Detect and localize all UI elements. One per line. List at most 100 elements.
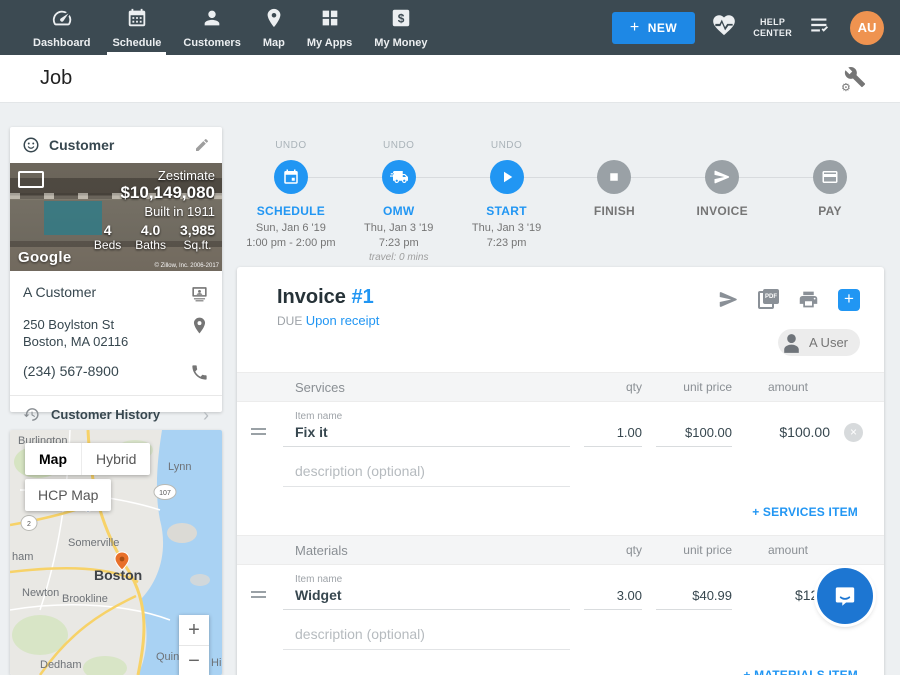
omw-step-icon[interactable] xyxy=(382,160,416,194)
pdf-icon[interactable]: PDF xyxy=(758,289,779,310)
beds-value: 4 xyxy=(94,222,121,238)
undo-link[interactable]: UNDO xyxy=(383,140,414,153)
line-item-row xyxy=(237,622,884,650)
step-omw[interactable]: UNDO OMW Thu, Jan 3 '19 7:23 pm travel: … xyxy=(345,140,453,264)
step-date: Thu, Jan 3 '19 7:23 pm xyxy=(472,221,541,251)
finish-step-icon[interactable] xyxy=(597,160,631,194)
schedule-step-icon[interactable] xyxy=(274,160,308,194)
built-year: Built in 1911 xyxy=(94,203,215,220)
line-item-row: $122. xyxy=(237,585,884,610)
health-heart-icon[interactable] xyxy=(711,12,737,43)
property-photo[interactable]: Zestimate $10,149,080 Built in 1911 4Bed… xyxy=(10,163,222,271)
customer-history-link[interactable]: Customer History › xyxy=(10,395,222,433)
step-date: Thu, Jan 3 '19 7:23 pm travel: 0 mins xyxy=(364,221,433,264)
checklist-icon[interactable] xyxy=(808,12,834,43)
line-amount: $100.00 xyxy=(746,424,830,447)
step-label: FINISH xyxy=(594,204,635,218)
start-step-icon[interactable] xyxy=(490,160,524,194)
map-pin-icon xyxy=(263,7,285,34)
chat-launcher-button[interactable] xyxy=(817,568,873,624)
travel-time: travel: 0 mins xyxy=(364,251,433,264)
map-type-control: Map Hybrid xyxy=(25,443,150,475)
delete-item-icon[interactable]: × xyxy=(844,423,863,442)
zoom-in-button[interactable]: + xyxy=(179,615,209,645)
hcp-map-button[interactable]: HCP Map xyxy=(25,479,111,511)
undo-link[interactable]: UNDO xyxy=(491,140,522,153)
help-center-link[interactable]: HELP CENTER xyxy=(753,17,792,39)
map-type-map-button[interactable]: Map xyxy=(25,443,81,475)
step-invoice[interactable]: INVOICE xyxy=(668,140,776,264)
fullscreen-icon xyxy=(18,171,44,188)
step-start[interactable]: UNDO START Thu, Jan 3 '19 7:23 pm xyxy=(453,140,561,264)
nav-actions: + NEW HELP CENTER AU xyxy=(612,11,884,45)
customer-address: 250 Boylston St Boston, MA 02116 xyxy=(23,316,128,350)
step-schedule[interactable]: UNDO SCHEDULE Sun, Jan 6 '19 1:00 pm - 2… xyxy=(237,140,345,264)
nav-item-customers[interactable]: Customers xyxy=(172,0,251,55)
map-label-newton: Newton xyxy=(22,587,59,599)
job-progress-steps: UNDO SCHEDULE Sun, Jan 6 '19 1:00 pm - 2… xyxy=(237,140,884,264)
new-button-label: NEW xyxy=(648,21,678,35)
svg-text:2: 2 xyxy=(27,521,31,528)
drag-handle[interactable] xyxy=(251,588,266,601)
zoom-out-button[interactable]: − xyxy=(179,646,209,675)
send-invoice-icon[interactable] xyxy=(718,289,739,310)
undo-link[interactable]: UNDO xyxy=(275,140,306,153)
map-widget[interactable]: 93 107 2 Burlington Lynn Somerville ham … xyxy=(10,430,222,675)
map-label-somerville: Somerville xyxy=(68,537,119,549)
add-invoice-button[interactable]: + xyxy=(838,289,860,311)
nav-label: Schedule xyxy=(112,37,161,49)
invoice-step-icon[interactable] xyxy=(705,160,739,194)
step-finish[interactable]: FINISH xyxy=(560,140,668,264)
unit-price-input[interactable] xyxy=(656,586,732,610)
pay-step-icon[interactable] xyxy=(813,160,847,194)
unit-price-input[interactable] xyxy=(656,423,732,447)
job-header: Job ⚙ xyxy=(0,55,900,103)
map-label-hingham: Hi xyxy=(211,657,221,669)
plus-icon: + xyxy=(630,19,640,37)
nav-item-my-money[interactable]: $ My Money xyxy=(363,0,438,55)
edit-pencil-icon[interactable] xyxy=(194,137,210,153)
invoice-card: Invoice #1 DUE Upon receipt PDF + A User… xyxy=(237,267,884,675)
sqft-label: Sq.ft. xyxy=(180,238,215,252)
assignee-chip[interactable]: A User xyxy=(778,329,860,356)
nav-item-schedule[interactable]: Schedule xyxy=(101,0,172,55)
item-name-input[interactable] xyxy=(283,422,570,447)
customer-face-icon xyxy=(22,136,40,154)
due-terms-link[interactable]: Upon receipt xyxy=(306,313,380,328)
customer-history-label: Customer History xyxy=(51,407,203,422)
print-icon[interactable] xyxy=(798,289,819,310)
history-clock-icon xyxy=(23,406,40,423)
job-settings-button[interactable]: ⚙ xyxy=(844,66,870,92)
nav-tabs: Dashboard Schedule Customers Map My Apps… xyxy=(22,0,438,55)
send-icon xyxy=(713,168,731,186)
nav-item-dashboard[interactable]: Dashboard xyxy=(22,0,101,55)
description-input[interactable] xyxy=(283,459,570,487)
section-name: Materials xyxy=(283,543,570,558)
qty-input[interactable] xyxy=(584,423,642,447)
qty-input[interactable] xyxy=(584,586,642,610)
location-pin-icon[interactable] xyxy=(190,316,209,335)
svg-text:107: 107 xyxy=(159,490,171,497)
grid-icon xyxy=(319,7,341,34)
description-input[interactable] xyxy=(283,622,570,650)
item-name-input[interactable] xyxy=(283,585,570,610)
drag-handle[interactable] xyxy=(251,425,266,438)
nav-item-map[interactable]: Map xyxy=(252,0,296,55)
add-services-item-link[interactable]: + SERVICES ITEM xyxy=(237,487,884,535)
phone-icon[interactable] xyxy=(190,363,209,382)
step-label: START xyxy=(486,204,527,218)
user-avatar[interactable]: AU xyxy=(850,11,884,45)
invoice-number[interactable]: #1 xyxy=(351,286,373,308)
contact-card-icon[interactable] xyxy=(190,284,209,303)
step-pay[interactable]: PAY xyxy=(776,140,884,264)
assignee-name: A User xyxy=(809,335,848,350)
new-button[interactable]: + NEW xyxy=(612,12,695,44)
add-materials-item-link[interactable]: + MATERIALS ITEM xyxy=(237,650,884,675)
nav-item-my-apps[interactable]: My Apps xyxy=(296,0,363,55)
address-line2: Boston, MA 02116 xyxy=(23,333,128,350)
zestimate-overlay: Zestimate $10,149,080 Built in 1911 4Bed… xyxy=(94,168,215,252)
gear-icon: ⚙ xyxy=(841,81,851,94)
chat-bubble-icon xyxy=(832,583,858,609)
dashboard-icon xyxy=(51,7,73,34)
map-type-hybrid-button[interactable]: Hybrid xyxy=(81,443,150,475)
